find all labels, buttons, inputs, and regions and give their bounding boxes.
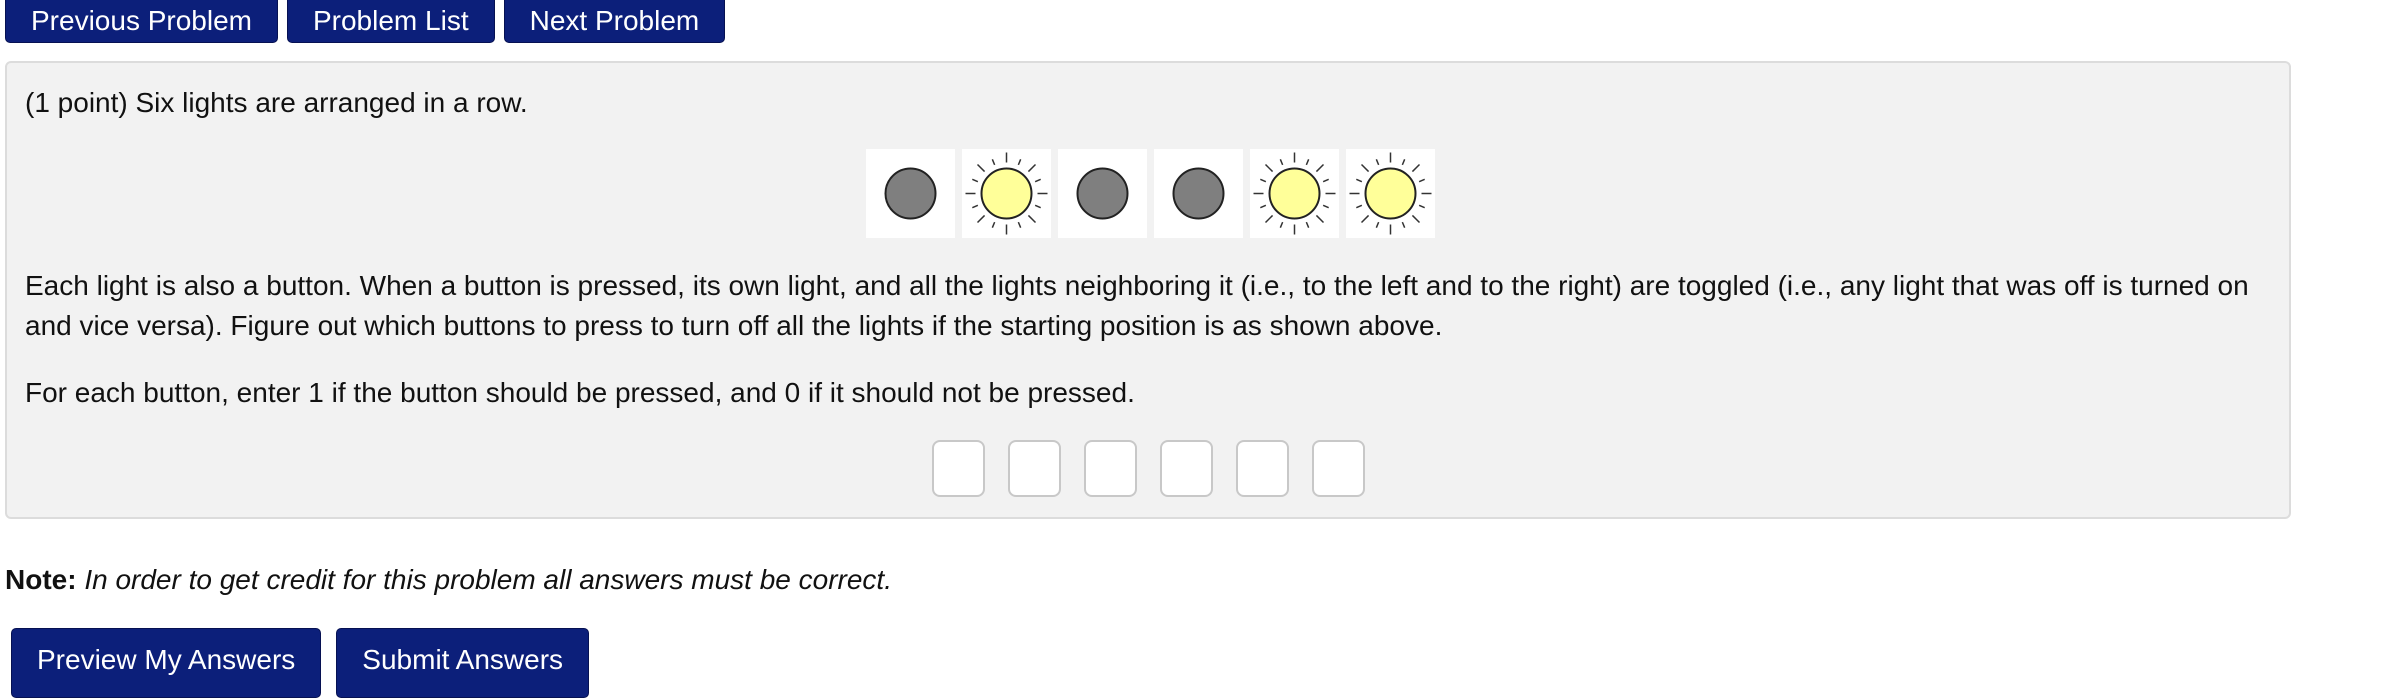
problem-intro: (1 point) Six lights are arranged in a r…: [25, 87, 528, 118]
note-label: Note:: [5, 564, 77, 595]
credit-note: Note: In order to get credit for this pr…: [5, 560, 892, 600]
problem-navigation: Previous Problem Problem List Next Probl…: [5, 0, 726, 43]
light-button-4[interactable]: [1154, 149, 1243, 238]
problem-panel: (1 point) Six lights are arranged in a r…: [5, 61, 2291, 519]
answer-input-5[interactable]: [1236, 440, 1289, 497]
answer-inputs: [932, 440, 1365, 497]
lights-row: [866, 149, 1435, 238]
note-text: In order to get credit for this problem …: [84, 564, 892, 595]
problem-instructions: Each light is also a button. When a butt…: [25, 270, 2249, 341]
answer-input-2[interactable]: [1008, 440, 1061, 497]
light-button-5[interactable]: [1250, 149, 1339, 238]
answer-instructions: For each button, enter 1 if the button s…: [25, 377, 1135, 408]
problem-list-button[interactable]: Problem List: [286, 0, 495, 43]
answer-input-3[interactable]: [1084, 440, 1137, 497]
light-on-icon: [1349, 152, 1432, 235]
light-button-3[interactable]: [1058, 149, 1147, 238]
light-off-icon: [884, 167, 937, 220]
answer-input-1[interactable]: [932, 440, 985, 497]
light-button-2[interactable]: [962, 149, 1051, 238]
light-off-icon: [1172, 167, 1225, 220]
answer-input-6[interactable]: [1312, 440, 1365, 497]
submit-actions: Preview My Answers Submit Answers: [11, 628, 590, 698]
next-problem-button[interactable]: Next Problem: [503, 0, 726, 43]
submit-answers-button[interactable]: Submit Answers: [336, 628, 590, 698]
preview-answers-button[interactable]: Preview My Answers: [11, 628, 322, 698]
previous-problem-button[interactable]: Previous Problem: [5, 0, 278, 43]
light-on-icon: [965, 152, 1048, 235]
light-button-1[interactable]: [866, 149, 955, 238]
light-on-icon: [1253, 152, 1336, 235]
light-button-6[interactable]: [1346, 149, 1435, 238]
light-off-icon: [1076, 167, 1129, 220]
answer-input-4[interactable]: [1160, 440, 1213, 497]
